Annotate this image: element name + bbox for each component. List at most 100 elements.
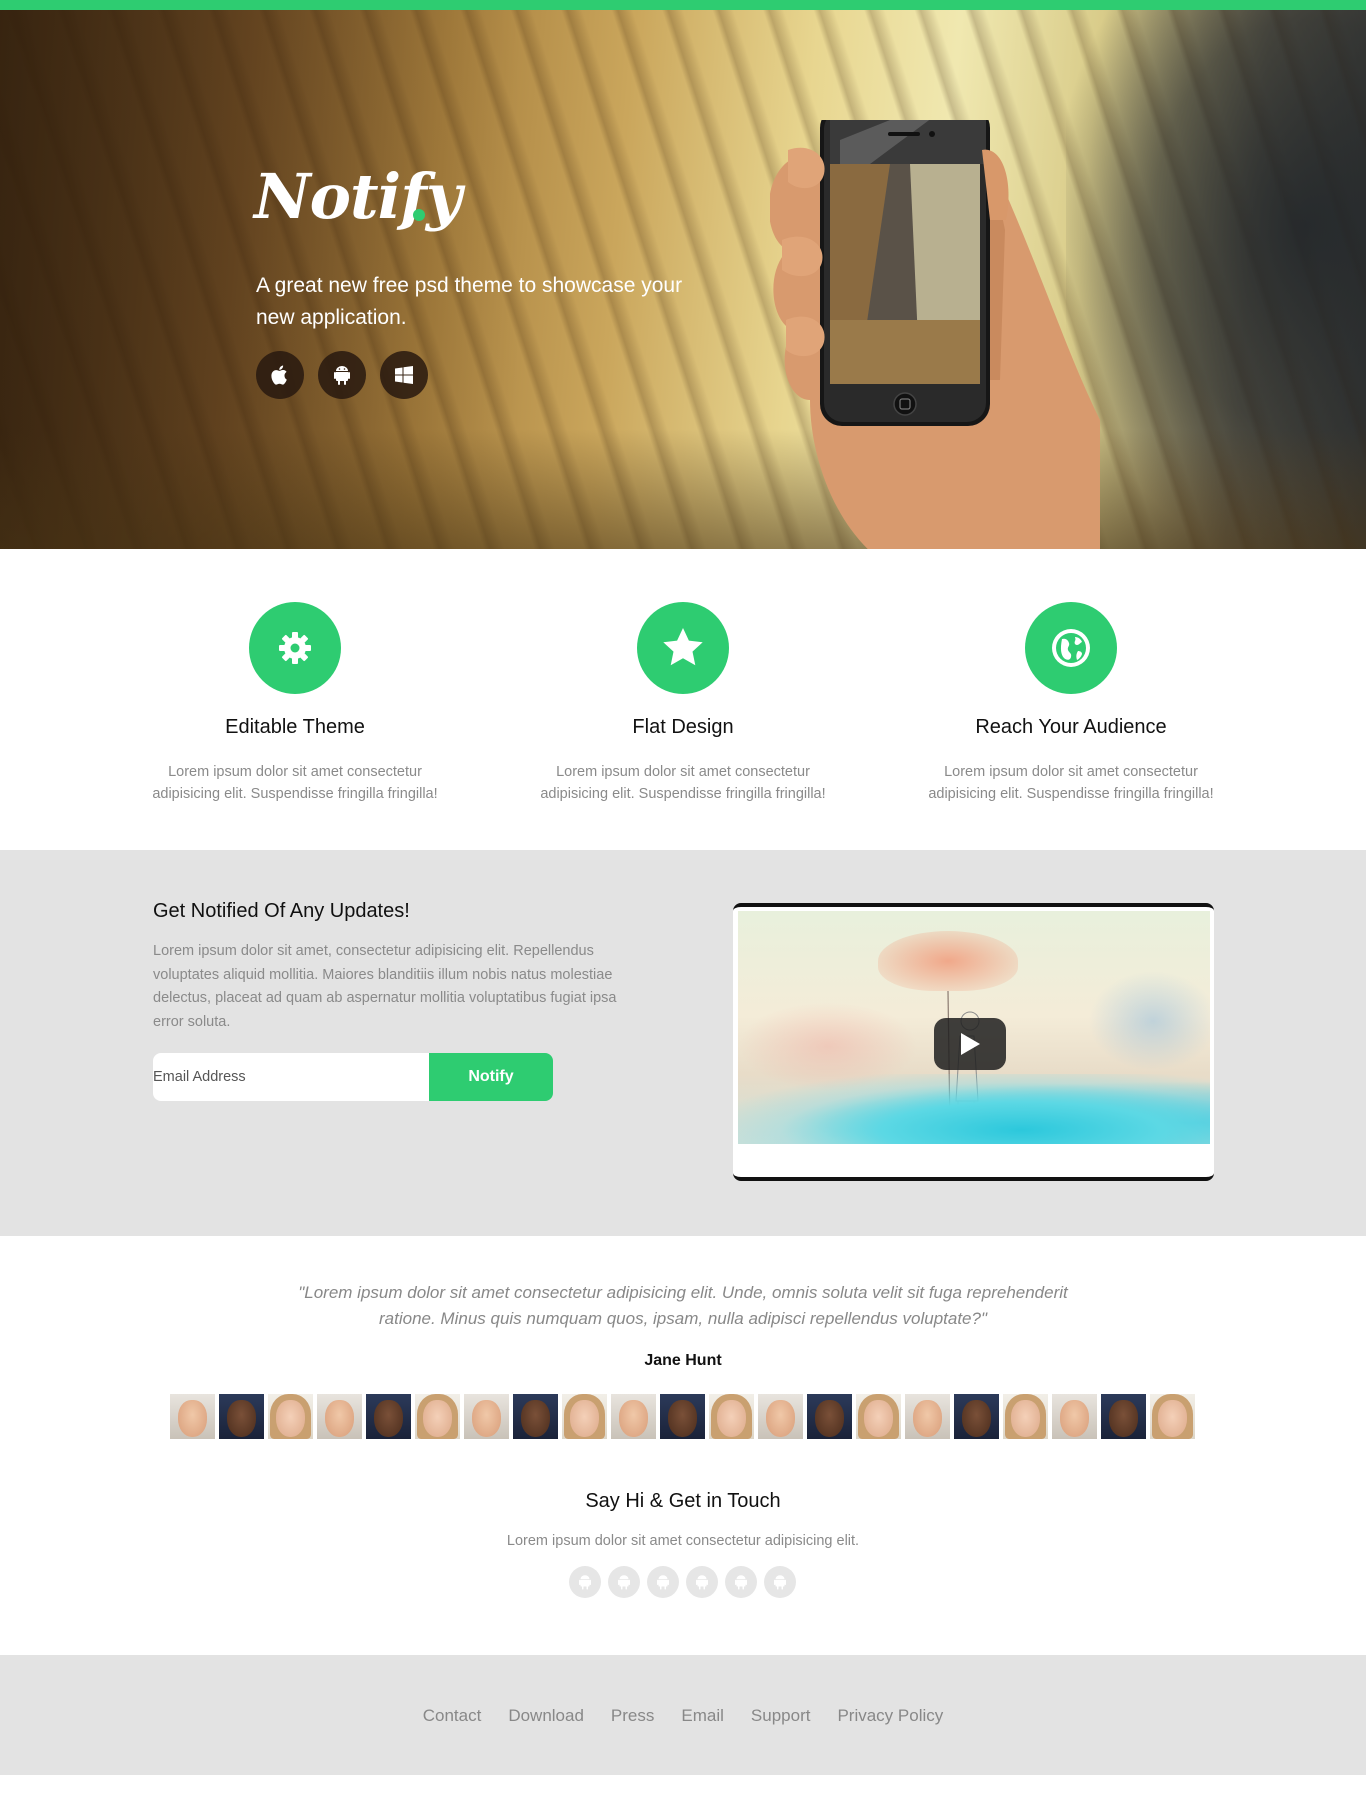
- avatar-face: [423, 1400, 452, 1437]
- top-accent-bar: [0, 0, 1366, 10]
- hero-tagline: A great new free psd theme to showcase y…: [256, 274, 683, 329]
- android-icon: [735, 1575, 747, 1590]
- android-icon: [657, 1575, 669, 1590]
- avatar: [317, 1394, 362, 1439]
- play-icon: [961, 1033, 980, 1055]
- email-field[interactable]: [153, 1053, 429, 1101]
- avatar: [464, 1394, 509, 1439]
- notify-button[interactable]: Notify: [429, 1053, 553, 1101]
- feature-title: Reach Your Audience: [975, 716, 1167, 738]
- feature-icon-circle: [1025, 602, 1117, 694]
- avatar-face: [374, 1400, 403, 1437]
- avatar-face: [766, 1400, 795, 1437]
- avatar: [415, 1394, 460, 1439]
- feature-title: Flat Design: [632, 716, 734, 738]
- social-button[interactable]: [569, 1566, 601, 1598]
- globe-icon: [1052, 629, 1090, 667]
- feature-title: Editable Theme: [225, 716, 365, 738]
- star-icon: [663, 628, 703, 666]
- gear-icon: [279, 632, 311, 664]
- avatar: [366, 1394, 411, 1439]
- avatar-face: [1158, 1400, 1187, 1437]
- social-button[interactable]: [686, 1566, 718, 1598]
- hero-floor: [0, 429, 1366, 549]
- social-links: [569, 1566, 796, 1598]
- social-button[interactable]: [764, 1566, 796, 1598]
- testimonial-quote: "Lorem ipsum dolor sit amet consectetur …: [298, 1283, 1068, 1328]
- footer: Contact Download Press Email Support Pri…: [0, 1655, 1366, 1775]
- notify-section: Get Notified Of Any Updates! Lorem ipsum…: [0, 850, 1366, 1236]
- contact-text: Lorem ipsum dolor sit amet consectetur a…: [506, 1533, 860, 1549]
- feature-text: Lorem ipsum dolor sit amet consectetur a…: [928, 764, 1214, 802]
- avatar-face: [521, 1400, 550, 1437]
- features-section: Editable Theme Lorem ipsum dolor sit ame…: [0, 549, 1366, 850]
- avatar-face: [276, 1400, 305, 1437]
- avatar-face: [227, 1400, 256, 1437]
- avatar: [1052, 1394, 1097, 1439]
- avatar: [856, 1394, 901, 1439]
- avatar: [660, 1394, 705, 1439]
- social-button[interactable]: [647, 1566, 679, 1598]
- hand-holding-phone-image: [770, 120, 1100, 549]
- windows-store-button[interactable]: [380, 351, 428, 399]
- avatar-face: [717, 1400, 746, 1437]
- feature-text: Lorem ipsum dolor sit amet consectetur a…: [540, 764, 826, 802]
- avatar-face: [325, 1400, 354, 1437]
- feature-icon-circle: [637, 602, 729, 694]
- avatar: [954, 1394, 999, 1439]
- notify-form: Notify: [153, 1053, 553, 1101]
- avatar-face: [815, 1400, 844, 1437]
- avatar-face: [619, 1400, 648, 1437]
- footer-link-press[interactable]: Press: [611, 1706, 654, 1726]
- avatar-face: [1060, 1400, 1089, 1437]
- watercolor-water: [738, 1074, 1210, 1144]
- android-icon: [696, 1575, 708, 1590]
- footer-nav: Contact Download Press Email Support Pri…: [0, 1706, 1366, 1726]
- android-icon: [579, 1575, 591, 1590]
- avatar: [1003, 1394, 1048, 1439]
- testimonial-author: Jane Hunt: [644, 1352, 722, 1369]
- avatar: [513, 1394, 558, 1439]
- avatar-face: [962, 1400, 991, 1437]
- android-icon: [618, 1575, 630, 1590]
- play-button[interactable]: [934, 1018, 1006, 1070]
- avatar: [807, 1394, 852, 1439]
- avatar: [1150, 1394, 1195, 1439]
- feature-flat-design: Flat Design Lorem ipsum dolor sit amet c…: [523, 602, 843, 805]
- logo[interactable]: Notify: [254, 160, 462, 233]
- apple-icon: [271, 365, 287, 385]
- avatar: [709, 1394, 754, 1439]
- footer-link-support[interactable]: Support: [751, 1706, 811, 1726]
- feature-editable-theme: Editable Theme Lorem ipsum dolor sit ame…: [135, 602, 455, 805]
- hero-section: Notify A great new free psd theme to sho…: [0, 10, 1366, 549]
- footer-link-contact[interactable]: Contact: [423, 1706, 482, 1726]
- social-button[interactable]: [608, 1566, 640, 1598]
- footer-link-privacy-policy[interactable]: Privacy Policy: [837, 1706, 943, 1726]
- avatar-face: [668, 1400, 697, 1437]
- notify-text: Lorem ipsum dolor sit amet, consectetur …: [153, 943, 617, 1030]
- avatar-face: [1109, 1400, 1138, 1437]
- footer-link-email[interactable]: Email: [681, 1706, 724, 1726]
- avatar: [219, 1394, 264, 1439]
- avatar-face: [1011, 1400, 1040, 1437]
- windows-icon: [395, 366, 413, 384]
- feature-reach-audience: Reach Your Audience Lorem ipsum dolor si…: [911, 602, 1231, 805]
- avatar: [611, 1394, 656, 1439]
- android-icon: [774, 1575, 786, 1590]
- avatar-face: [472, 1400, 501, 1437]
- video-player[interactable]: [733, 903, 1214, 1181]
- logo-dot: [413, 209, 425, 221]
- contact-title: Say Hi & Get in Touch: [585, 1490, 781, 1512]
- feature-text: Lorem ipsum dolor sit amet consectetur a…: [152, 764, 438, 802]
- avatar-face: [864, 1400, 893, 1437]
- platform-buttons: [256, 351, 428, 399]
- footer-link-download[interactable]: Download: [508, 1706, 584, 1726]
- avatar: [1101, 1394, 1146, 1439]
- social-button[interactable]: [725, 1566, 757, 1598]
- notify-title: Get Notified Of Any Updates!: [153, 900, 410, 922]
- android-store-button[interactable]: [318, 351, 366, 399]
- watercolor-wash: [1088, 971, 1210, 1071]
- apple-store-button[interactable]: [256, 351, 304, 399]
- avatar: [562, 1394, 607, 1439]
- avatar-face: [570, 1400, 599, 1437]
